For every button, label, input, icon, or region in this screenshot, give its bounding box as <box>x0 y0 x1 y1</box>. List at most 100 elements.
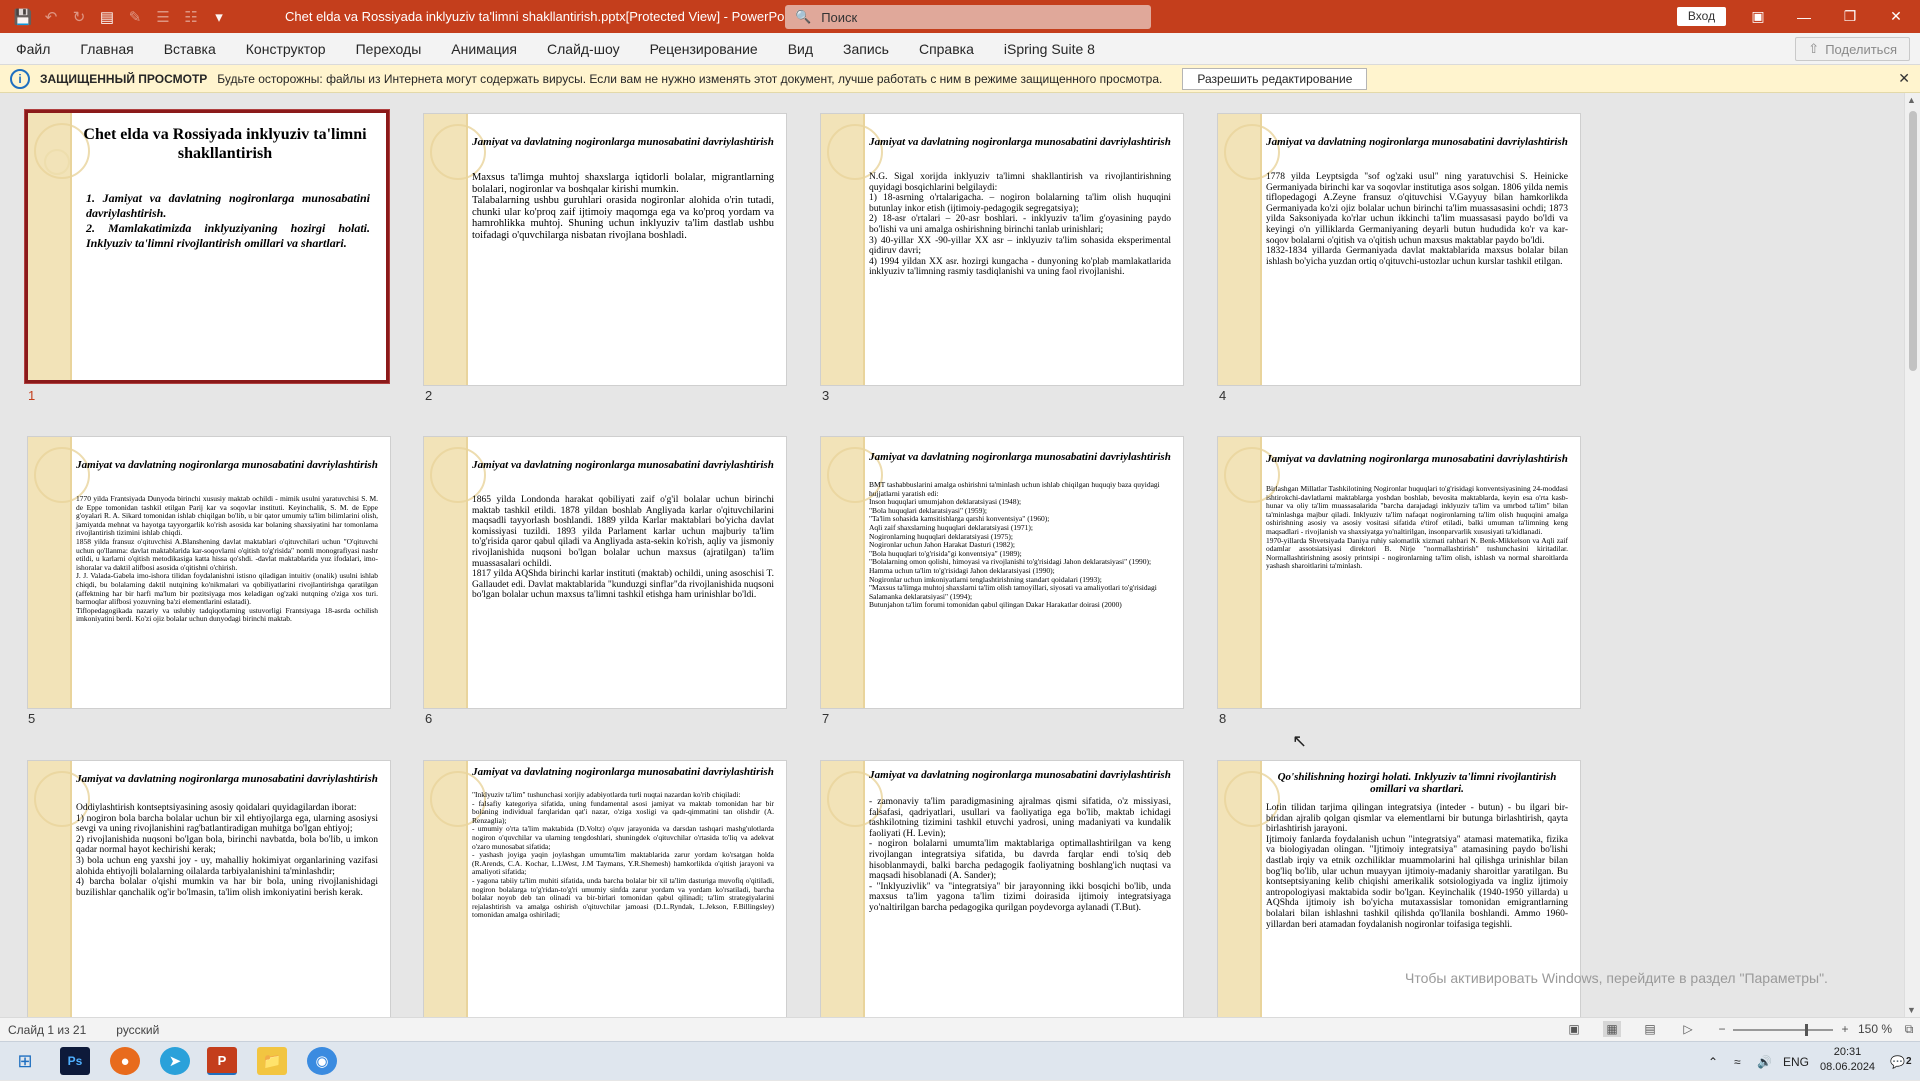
tab-animations[interactable]: Анимация <box>436 41 532 57</box>
tab-review[interactable]: Рецензирование <box>635 41 773 57</box>
chrome-icon[interactable]: ◉ <box>307 1047 337 1075</box>
clock-time: 20:31 <box>1833 1046 1862 1058</box>
slide-title: Jamiyat va davlatning nogironlarga munos… <box>1266 453 1568 465</box>
slide-body: 1770 yilda Frantsiyada Dunyoda birinchi … <box>76 494 378 624</box>
slide-title: Jamiyat va davlatning nogironlarga munos… <box>472 459 774 471</box>
file-explorer-icon[interactable]: 📁 <box>257 1047 287 1075</box>
share-icon: ⇧ <box>1808 41 1820 56</box>
slide-title: Jamiyat va davlatning nogironlarga munos… <box>76 459 378 471</box>
slide-title: Chet elda va Rossiyada inklyuziv ta'limn… <box>83 126 367 162</box>
protected-view-bar: i ЗАЩИЩЕННЫЙ ПРОСМОТР Будьте осторожны: … <box>0 65 1920 93</box>
tab-view[interactable]: Вид <box>773 41 828 57</box>
ribbon-tabs: Файл Главная Вставка Конструктор Переход… <box>0 33 1920 65</box>
clock-date: 08.06.2024 <box>1820 1061 1876 1073</box>
fit-to-window-icon[interactable]: ⧉ <box>1900 1021 1918 1037</box>
tab-help[interactable]: Справка <box>904 41 989 57</box>
search-icon: 🔍 <box>795 9 812 24</box>
vertical-scrollbar[interactable]: ▲ ▼ <box>1904 93 1920 1017</box>
language-indicator[interactable]: русский <box>116 1023 159 1037</box>
slide-number: 6 <box>425 711 433 726</box>
tab-file[interactable]: Файл <box>0 41 65 57</box>
close-message-icon[interactable]: ✕ <box>1898 70 1910 87</box>
minimize-button[interactable]: — <box>1781 0 1827 33</box>
tray-chevron-icon[interactable]: ⌃ <box>1708 1042 1718 1081</box>
slide-thumbnail-2[interactable]: Jamiyat va davlatning nogironlarga munos… <box>423 113 787 386</box>
ink-icon[interactable]: ✎ <box>126 8 144 26</box>
zoom-in-icon[interactable]: + <box>1836 1021 1854 1037</box>
slide-counter: Слайд 1 из 21 <box>8 1022 87 1037</box>
undo-icon[interactable]: ↶ <box>42 8 60 26</box>
windows-start-icon[interactable]: ⊞ <box>10 1047 40 1075</box>
slide-body: 1865 yilda Londonda harakat qobiliyati z… <box>472 495 774 601</box>
zoom-slider-thumb[interactable] <box>1805 1024 1808 1036</box>
tab-design[interactable]: Конструктор <box>231 41 341 57</box>
search-placeholder: Поиск <box>821 9 858 25</box>
presenter-icon[interactable]: ▤ <box>98 8 116 26</box>
tab-home[interactable]: Главная <box>65 41 148 57</box>
firefox-icon[interactable]: ● <box>110 1047 140 1075</box>
slide-thumbnail-8[interactable]: Jamiyat va davlatning nogironlarga munos… <box>1217 436 1581 709</box>
notes-icon[interactable]: ▣ <box>1565 1021 1583 1037</box>
photoshop-icon[interactable]: Ps <box>60 1047 90 1075</box>
slide-sorter-view-icon[interactable]: ▦ <box>1603 1021 1621 1037</box>
layout-icon[interactable]: ☰ <box>154 8 172 26</box>
zoom-out-icon[interactable]: − <box>1713 1021 1731 1037</box>
info-icon: i <box>10 68 30 89</box>
customize-toolbar-icon[interactable]: ▾ <box>210 8 228 26</box>
slide-thumbnail-10[interactable]: Jamiyat va davlatning nogironlarga munos… <box>423 760 787 1017</box>
slide-thumbnail-11[interactable]: Jamiyat va davlatning nogironlarga munos… <box>820 760 1184 1017</box>
restore-button[interactable]: ❐ <box>1827 0 1873 33</box>
redo-icon[interactable]: ↻ <box>70 8 88 26</box>
mouse-cursor-icon: ↖ <box>1292 731 1308 751</box>
enable-editing-button[interactable]: Разрешить редактирование <box>1182 67 1368 90</box>
align-icon[interactable]: ☷ <box>182 8 200 26</box>
language-indicator-tray[interactable]: ENG <box>1783 1042 1809 1081</box>
slide-number: 1 <box>28 388 36 403</box>
slide-title: Jamiyat va davlatning nogironlarga munos… <box>869 451 1171 463</box>
slide-thumbnail-9[interactable]: Jamiyat va davlatning nogironlarga munos… <box>27 760 391 1017</box>
share-button[interactable]: ⇧ Поделиться <box>1795 37 1910 61</box>
slide-thumbnail-5[interactable]: Jamiyat va davlatning nogironlarga munos… <box>27 436 391 709</box>
zoom-level[interactable]: 150 % <box>1858 1022 1892 1036</box>
tab-insert[interactable]: Вставка <box>149 41 231 57</box>
slide-title: Jamiyat va davlatning nogironlarga munos… <box>869 769 1171 781</box>
status-bar: Слайд 1 из 21 русский ▣ ▦ ▤ ▷ − + 150 % … <box>0 1017 1920 1041</box>
tab-transitions[interactable]: Переходы <box>341 41 437 57</box>
powerpoint-icon[interactable]: P <box>207 1047 237 1075</box>
scrollbar-thumb[interactable] <box>1909 111 1917 371</box>
slide-body: "Inklyuziv ta'lim" tushunchasi xorijiy a… <box>472 790 774 920</box>
slide-title: Jamiyat va davlatning nogironlarga munos… <box>472 136 774 148</box>
slide-body: 1. Jamiyat va davlatning nogironlarga mu… <box>86 191 370 250</box>
scroll-down-icon[interactable]: ▼ <box>1907 1005 1916 1015</box>
slideshow-view-icon[interactable]: ▷ <box>1679 1021 1697 1037</box>
volume-icon[interactable]: 🔊 <box>1757 1042 1772 1081</box>
slide-thumbnail-3[interactable]: Jamiyat va davlatning nogironlarga munos… <box>820 113 1184 386</box>
slide-thumbnail-1[interactable]: Chet elda va Rossiyada inklyuziv ta'limn… <box>24 109 390 384</box>
slide-body: - zamonaviy ta'lim paradigmasining ajral… <box>869 797 1171 913</box>
tab-record[interactable]: Запись <box>828 41 904 57</box>
slide-body: BMT tashabbuslarini amalga oshirishni ta… <box>869 480 1160 610</box>
slide-body: N.G. Sigal xorijda inklyuziv ta'limni sh… <box>869 172 1171 278</box>
tab-ispring[interactable]: iSpring Suite 8 <box>989 41 1110 57</box>
login-button[interactable]: Вход <box>1677 7 1726 26</box>
tab-slideshow[interactable]: Слайд-шоу <box>532 41 635 57</box>
share-label: Поделиться <box>1825 41 1897 57</box>
save-icon[interactable]: 💾 <box>14 8 33 26</box>
slide-thumbnail-6[interactable]: Jamiyat va davlatning nogironlarga munos… <box>423 436 787 709</box>
slide-thumbnail-7[interactable]: Jamiyat va davlatning nogironlarga munos… <box>820 436 1184 709</box>
reading-view-icon[interactable]: ▤ <box>1641 1021 1659 1037</box>
wifi-icon[interactable]: ≈ <box>1734 1042 1741 1081</box>
telegram-icon[interactable]: ➤ <box>160 1047 190 1075</box>
slide-thumbnail-4[interactable]: Jamiyat va davlatning nogironlarga munos… <box>1217 113 1581 386</box>
zoom-slider[interactable] <box>1733 1024 1833 1036</box>
ribbon-display-icon[interactable]: ▣ <box>1735 0 1781 33</box>
slide-body: Birlashgan Millatlar Tashkilotining Nogi… <box>1266 484 1568 571</box>
slide-number: 2 <box>425 388 433 403</box>
close-button[interactable]: ✕ <box>1873 0 1919 33</box>
notification-icon[interactable]: 💬 2 <box>1890 1042 1912 1081</box>
slide-number: 5 <box>28 711 36 726</box>
search-box[interactable]: 🔍 Поиск <box>785 5 1151 29</box>
quick-access-toolbar: 💾 ↶ ↻ ▤ ✎ ☰ ☷ ▾ <box>0 0 228 33</box>
system-clock[interactable]: 20:31 08.06.2024 <box>1820 1045 1875 1075</box>
scroll-up-icon[interactable]: ▲ <box>1907 95 1916 105</box>
